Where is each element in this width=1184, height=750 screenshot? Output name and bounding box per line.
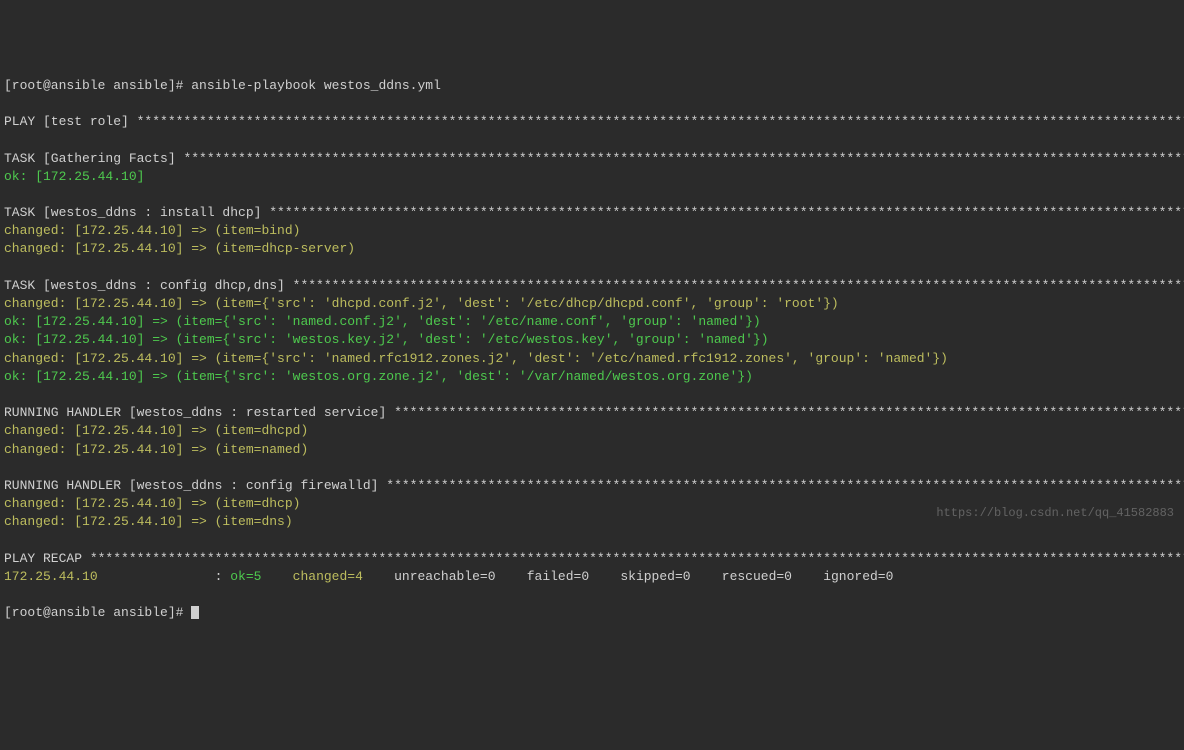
recap-header: PLAY RECAP [4,551,90,566]
cursor-icon [191,606,199,619]
task-header: TASK [westos_ddns : config dhcp,dns] [4,278,293,293]
recap-ok: ok=5 [230,569,292,584]
stars: ****************************************… [394,405,1184,420]
task-result-ok: ok: [172.25.44.10] => (item={'src': 'wes… [4,369,753,384]
stars: ****************************************… [269,205,1184,220]
task-result-changed: changed: [172.25.44.10] => (item=dhcp-se… [4,241,355,256]
terminal-output[interactable]: [root@ansible ansible]# ansible-playbook… [4,77,1180,623]
task-result-ok: ok: [172.25.44.10] => (item={'src': 'wes… [4,332,769,347]
prompt: [root@ansible ansible]# [4,78,191,93]
recap-colon: : [215,569,231,584]
prompt: [root@ansible ansible]# [4,605,191,620]
handler-result-changed: changed: [172.25.44.10] => (item=named) [4,442,308,457]
task-result-ok: ok: [172.25.44.10] => (item={'src': 'nam… [4,314,761,329]
task-result-changed: changed: [172.25.44.10] => (item={'src':… [4,296,839,311]
stars: ****************************************… [293,278,1184,293]
recap-ignored: ignored=0 [823,569,893,584]
recap-unreachable: unreachable=0 [394,569,527,584]
task-result-ok: ok: [172.25.44.10] [4,169,144,184]
command: ansible-playbook westos_ddns.yml [191,78,441,93]
recap-changed: changed=4 [293,569,394,584]
handler-header: RUNNING HANDLER [westos_ddns : config fi… [4,478,386,493]
stars: ****************************************… [90,551,1184,566]
stars: ****************************************… [386,478,1184,493]
task-result-changed: changed: [172.25.44.10] => (item=bind) [4,223,300,238]
task-header: TASK [Gathering Facts] [4,151,183,166]
task-header: TASK [westos_ddns : install dhcp] [4,205,269,220]
stars: ****************************************… [183,151,1184,166]
handler-result-changed: changed: [172.25.44.10] => (item=dns) [4,514,293,529]
recap-failed: failed=0 [527,569,621,584]
task-result-changed: changed: [172.25.44.10] => (item={'src':… [4,351,948,366]
recap-skipped: skipped=0 [620,569,721,584]
play-header: PLAY [test role] [4,114,137,129]
handler-result-changed: changed: [172.25.44.10] => (item=dhcp) [4,496,300,511]
watermark: https://blog.csdn.net/qq_41582883 [936,505,1174,522]
handler-header: RUNNING HANDLER [westos_ddns : restarted… [4,405,394,420]
recap-rescued: rescued=0 [722,569,823,584]
recap-host: 172.25.44.10 [4,569,215,584]
stars: ****************************************… [137,114,1184,129]
handler-result-changed: changed: [172.25.44.10] => (item=dhcpd) [4,423,308,438]
